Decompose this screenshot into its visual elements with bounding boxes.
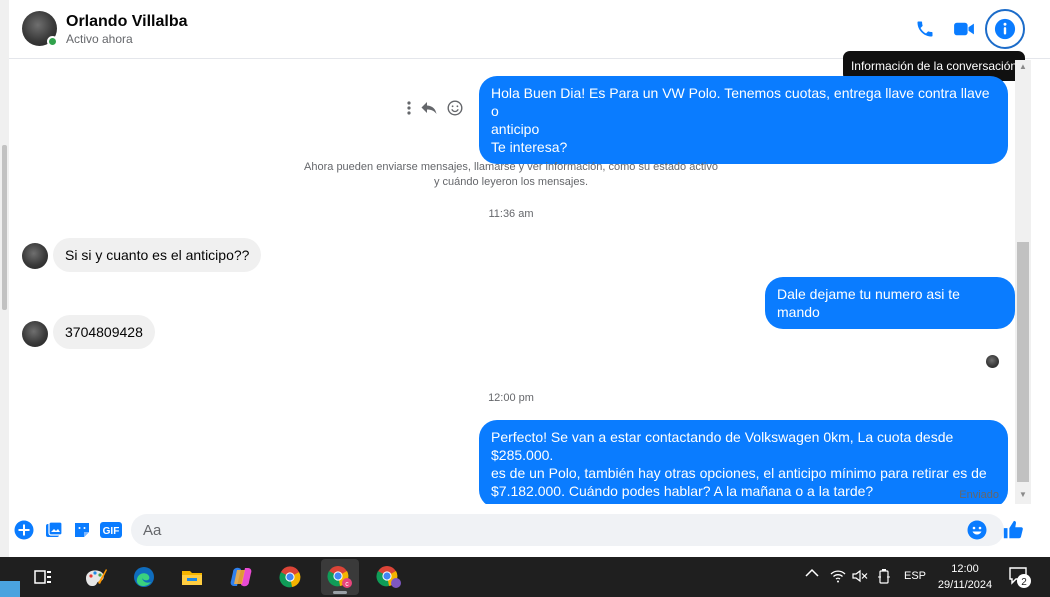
left-edge-scrollbar[interactable] xyxy=(0,0,9,557)
phone-icon[interactable] xyxy=(913,17,937,41)
messenger-window: Orlando Villalba Activo ahora Informació… xyxy=(0,0,1050,597)
timestamp: 11:36 am xyxy=(488,208,534,220)
chat-scrollbar[interactable]: ▲ ▼ xyxy=(1015,60,1031,504)
message-line: Hola Buen Dia! Es Para un VW Polo. Tenem… xyxy=(491,85,990,119)
emoji-icon[interactable] xyxy=(965,518,989,542)
react-emoji-icon[interactable] xyxy=(447,99,463,121)
thumbs-up-icon[interactable] xyxy=(1001,518,1025,542)
info-button[interactable] xyxy=(985,9,1025,49)
edge-icon[interactable] xyxy=(125,559,163,595)
scroll-up-arrow[interactable]: ▲ xyxy=(1019,62,1027,71)
contact-avatar-small[interactable] xyxy=(22,321,48,347)
timestamp: 12:00 pm xyxy=(488,392,534,404)
message-line: es de un Polo, también hay otras opcione… xyxy=(491,465,987,481)
add-icon[interactable] xyxy=(12,518,36,542)
info-icon xyxy=(994,18,1016,40)
message-actions xyxy=(407,99,463,121)
show-hidden-icons-chevron-icon[interactable] xyxy=(805,568,819,581)
paint-icon[interactable] xyxy=(77,559,115,595)
seen-avatar xyxy=(986,355,999,368)
reply-icon[interactable] xyxy=(421,101,437,120)
clock-date: 29/11/2024 xyxy=(937,579,993,591)
message-list[interactable]: Hola Buen Dia! Es Para un VW Polo. Tenem… xyxy=(9,60,1015,508)
system-clock[interactable]: 12:00 29/11/2024 xyxy=(930,561,1000,593)
task-view-icon[interactable] xyxy=(24,559,62,595)
desktop-peek[interactable] xyxy=(0,581,20,597)
incoming-message[interactable]: 3704809428 xyxy=(53,315,155,349)
notifications-icon[interactable]: 2 xyxy=(1008,565,1032,592)
sticker-icon[interactable] xyxy=(70,518,94,542)
contact-avatar-small[interactable] xyxy=(22,243,48,269)
message-input[interactable] xyxy=(131,514,1004,546)
gif-icon[interactable]: GIF xyxy=(98,518,124,542)
more-options-icon[interactable] xyxy=(407,100,411,120)
incoming-message[interactable]: Si si y cuanto es el anticipo?? xyxy=(53,238,262,272)
contact-name[interactable]: Orlando Villalba xyxy=(66,13,188,31)
file-explorer-icon[interactable] xyxy=(173,559,211,595)
windows-taskbar: c ESP 12:00 29/11/2024 2 xyxy=(0,557,1050,597)
message-line: Perfecto! Se van a estar contactando de … xyxy=(491,429,954,463)
composer: GIF xyxy=(9,504,1050,557)
system-notice-line: Ahora pueden enviarse mensajes, llamarse… xyxy=(304,161,718,173)
language-indicator[interactable]: ESP xyxy=(904,570,926,582)
delivery-status: Enviado xyxy=(959,489,999,501)
outgoing-message[interactable]: Dale dejame tu numero asi te mando xyxy=(765,277,1015,329)
outgoing-message[interactable]: Hola Buen Dia! Es Para un VW Polo. Tenem… xyxy=(479,76,1008,164)
copilot-icon[interactable] xyxy=(222,559,260,595)
system-notice-line: y cuándo leyeron los mensajes. xyxy=(433,176,589,188)
online-status-dot xyxy=(47,36,58,47)
svg-text:c: c xyxy=(345,581,349,588)
scroll-down-arrow[interactable]: ▼ xyxy=(1019,490,1027,499)
chrome-icon[interactable] xyxy=(271,559,309,595)
system-notice: Ahora pueden enviarse mensajes, llamarse… xyxy=(261,160,761,190)
chrome-profile-2-icon[interactable] xyxy=(370,559,408,595)
gif-label: GIF xyxy=(103,526,120,537)
volume-muted-icon[interactable] xyxy=(852,569,868,586)
contact-status: Activo ahora xyxy=(66,32,133,46)
gallery-icon[interactable] xyxy=(42,518,66,542)
notification-count: 2 xyxy=(1021,577,1027,588)
message-line: anticipo xyxy=(491,121,540,137)
outgoing-message[interactable]: Perfecto! Se van a estar contactando de … xyxy=(479,420,1008,508)
chrome-profile-c-icon[interactable]: c xyxy=(321,559,359,595)
message-line: $7.182.000. Cuándo podes hablar? A la ma… xyxy=(491,483,874,499)
battery-icon[interactable] xyxy=(877,568,891,587)
chat-scroll-thumb[interactable] xyxy=(1017,242,1029,482)
message-line: Te interesa? xyxy=(491,139,568,155)
video-icon[interactable] xyxy=(952,17,976,41)
left-scroll-thumb[interactable] xyxy=(2,145,7,310)
wifi-icon[interactable] xyxy=(830,569,846,586)
clock-time: 12:00 xyxy=(951,563,979,575)
